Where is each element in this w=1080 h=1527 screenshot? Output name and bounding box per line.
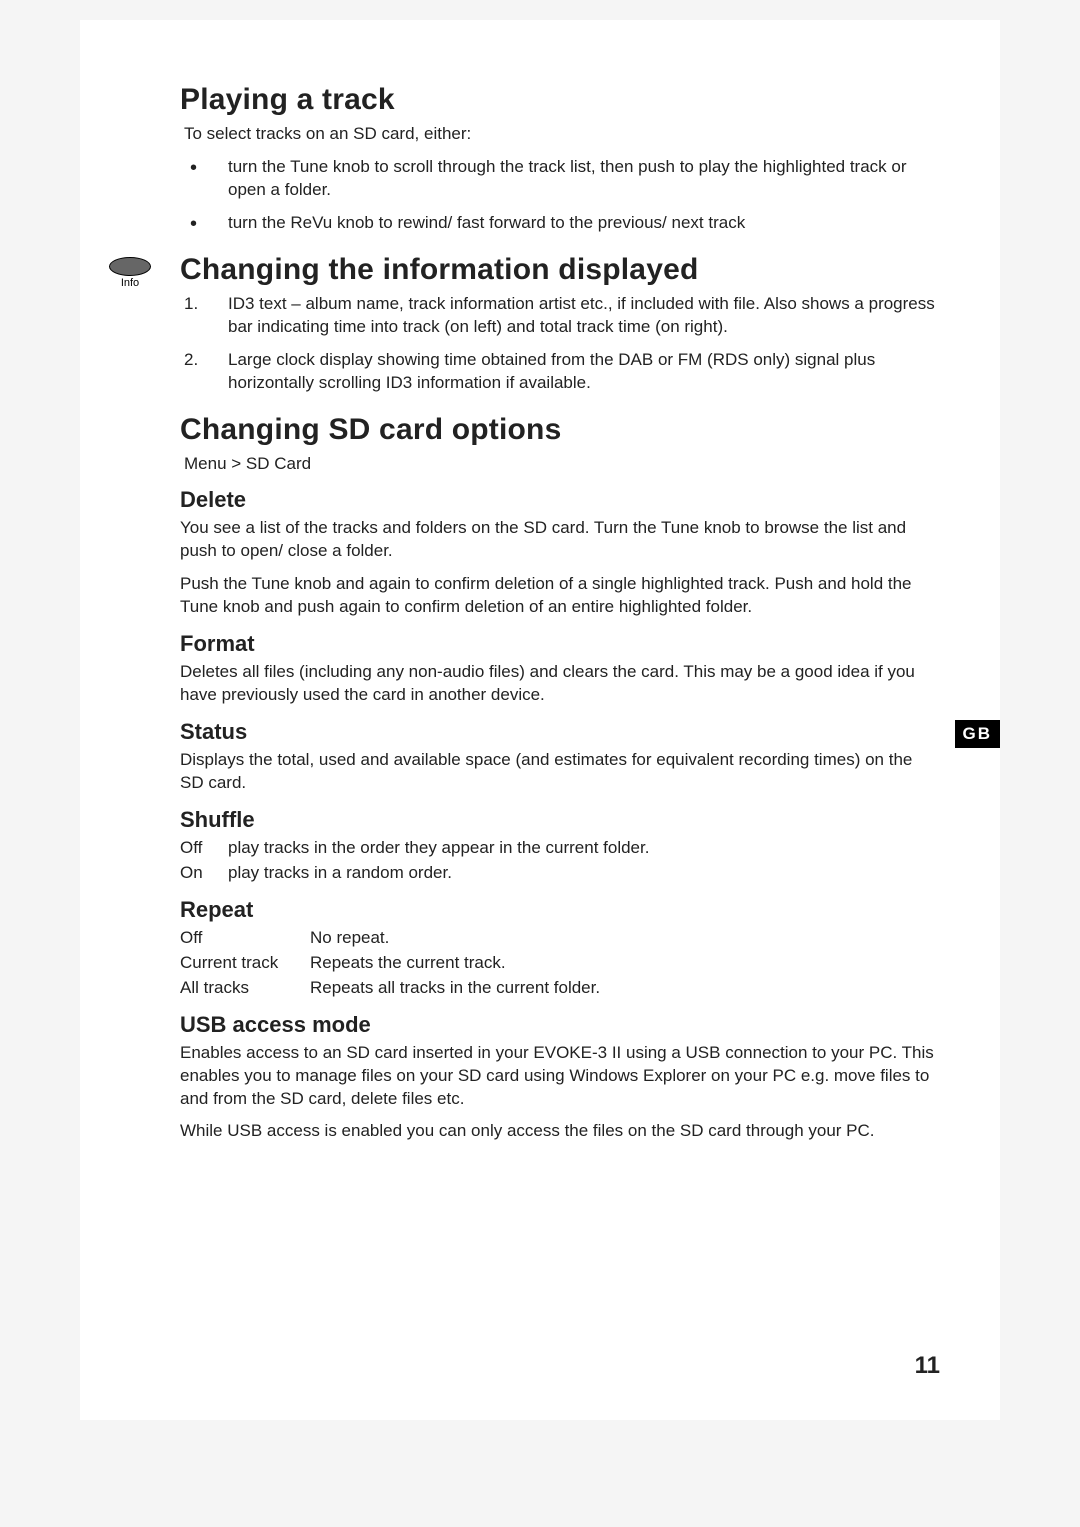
heading-shuffle: Shuffle: [180, 807, 940, 833]
shuffle-row-off: Off play tracks in the order they appear…: [180, 837, 940, 860]
shuffle-off-label: Off: [180, 837, 228, 860]
delete-p2: Push the Tune knob and again to confirm …: [180, 573, 940, 619]
section-changing-info: Info Changing the information displayed …: [180, 253, 940, 395]
playing-bullet-2: turn the ReVu knob to rewind/ fast forwa…: [180, 212, 940, 235]
shuffle-off-desc: play tracks in the order they appear in …: [228, 837, 649, 860]
repeat-current-label: Current track: [180, 952, 310, 975]
oval-button-icon: [109, 257, 151, 276]
delete-p1: You see a list of the tracks and folders…: [180, 517, 940, 563]
usb-p2: While USB access is enabled you can only…: [180, 1120, 940, 1143]
heading-format: Format: [180, 631, 940, 657]
repeat-current-desc: Repeats the current track.: [310, 952, 506, 975]
repeat-row-all: All tracks Repeats all tracks in the cur…: [180, 977, 940, 1000]
shuffle-row-on: On play tracks in a random order.: [180, 862, 940, 885]
repeat-table: Off No repeat. Current track Repeats the…: [180, 927, 940, 1000]
format-p1: Deletes all files (including any non-aud…: [180, 661, 940, 707]
changing-info-item-1: ID3 text – album name, track information…: [180, 293, 940, 339]
repeat-row-off: Off No repeat.: [180, 927, 940, 950]
playing-bullets: turn the Tune knob to scroll through the…: [180, 156, 940, 235]
usb-p1: Enables access to an SD card inserted in…: [180, 1042, 940, 1111]
info-icon-label: Info: [108, 277, 152, 289]
playing-bullet-1: turn the Tune knob to scroll through the…: [180, 156, 940, 202]
heading-playing-track: Playing a track: [180, 83, 940, 117]
status-p1: Displays the total, used and available s…: [180, 749, 940, 795]
changing-info-item-2: Large clock display showing time obtaine…: [180, 349, 940, 395]
repeat-off-label: Off: [180, 927, 310, 950]
manual-page: GB Playing a track To select tracks on a…: [80, 20, 1000, 1420]
page-number: 11: [915, 1352, 940, 1380]
heading-delete: Delete: [180, 487, 940, 513]
shuffle-table: Off play tracks in the order they appear…: [180, 837, 940, 885]
heading-sd-options: Changing SD card options: [180, 413, 940, 447]
heading-usb-access: USB access mode: [180, 1012, 940, 1038]
repeat-all-label: All tracks: [180, 977, 310, 1000]
heading-status: Status: [180, 719, 940, 745]
repeat-row-current: Current track Repeats the current track.: [180, 952, 940, 975]
playing-intro: To select tracks on an SD card, either:: [184, 123, 940, 146]
shuffle-on-desc: play tracks in a random order.: [228, 862, 452, 885]
heading-changing-info: Changing the information displayed: [180, 253, 940, 287]
repeat-off-desc: No repeat.: [310, 927, 389, 950]
info-button-icon: Info: [108, 257, 152, 289]
changing-info-list: ID3 text – album name, track information…: [180, 293, 940, 395]
sd-menu-path: Menu > SD Card: [184, 453, 940, 476]
gb-region-tab: GB: [955, 720, 1001, 748]
heading-repeat: Repeat: [180, 897, 940, 923]
repeat-all-desc: Repeats all tracks in the current folder…: [310, 977, 600, 1000]
shuffle-on-label: On: [180, 862, 228, 885]
